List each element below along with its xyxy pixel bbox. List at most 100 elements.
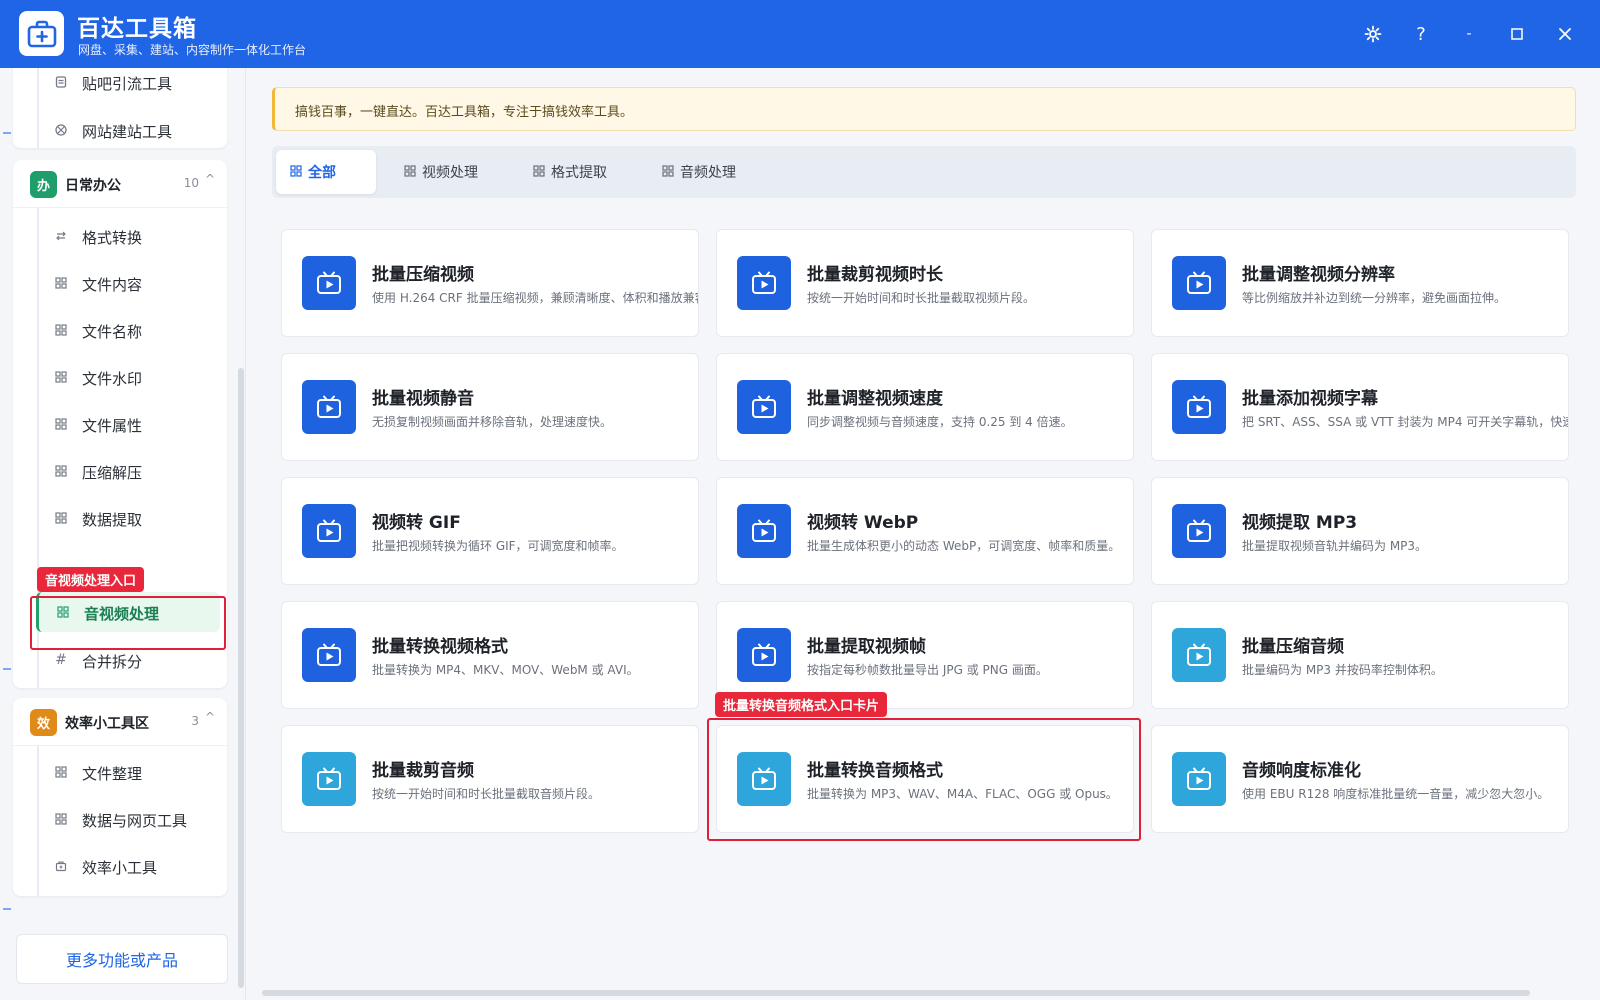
tab-audio[interactable]: 音频处理: [648, 150, 754, 194]
sidebar-item-label: 贴吧引流工具: [82, 75, 173, 93]
card-batch-add-subtitles[interactable]: 批量添加视频字幕把 SRT、ASS、SSA 或 VTT 封装为 MP4 可开关字…: [1151, 353, 1569, 461]
card-description: 把 SRT、ASS、SSA 或 VTT 封装为 MP4 可开关字幕轨，快速且不重: [1242, 415, 1568, 429]
card-description: 批量把视频转换为循环 GIF，可调宽度和帧率。: [372, 539, 624, 553]
globe-icon: [53, 122, 69, 138]
category-tabs: 全部 视频处理 格式提取 音频处理: [272, 146, 1576, 198]
video-icon: [1172, 752, 1226, 806]
maximize-button[interactable]: [1503, 20, 1531, 48]
card-video-extract-mp3[interactable]: 视频提取 MP3 批量提取视频音轨并编码为 MP3。: [1151, 477, 1569, 585]
tab-video[interactable]: 视频处理: [390, 150, 496, 194]
title-bar: 百达工具箱 网盘、采集、建站、内容制作一体化工作台 ? -: [0, 0, 1600, 68]
sidebar-item-label: 文件水印: [82, 370, 143, 388]
sidebar-scrollbar[interactable]: [238, 368, 244, 988]
horizontal-scrollbar[interactable]: [262, 990, 1530, 996]
sidebar-item-label: 合并拆分: [82, 653, 143, 671]
office-badge: 办: [30, 171, 57, 198]
card-batch-speed-video[interactable]: 批量调整视频速度 同步调整视频与音频速度，支持 0.25 到 4 倍速。: [716, 353, 1134, 461]
grid-icon: [53, 416, 69, 432]
app-subtitle: 网盘、采集、建站、内容制作一体化工作台: [78, 43, 307, 57]
sidebar-item-label: 压缩解压: [82, 464, 143, 482]
group-title: 日常办公: [65, 178, 121, 194]
app-title: 百达工具箱: [77, 16, 197, 42]
card-video-to-webp[interactable]: 视频转 WebP 批量生成体积更小的动态 WebP，可调宽度、帧率和质量。: [716, 477, 1134, 585]
sidebar-item-website[interactable]: 网站建站工具: [37, 110, 223, 150]
card-title: 音频响度标准化: [1242, 761, 1361, 781]
sidebar-group-efficiency: 效 效率小工具区 3 ^ 文件整理 数据与网页工具 效率小工具: [13, 698, 227, 896]
grid-icon: [662, 165, 674, 177]
card-batch-mute-video[interactable]: 批量视频静音无损复制视频画面并移除音轨，处理速度快。: [281, 353, 699, 461]
sidebar-item-label: 文件属性: [82, 417, 143, 435]
sidebar-item-file-name[interactable]: 文件名称: [37, 310, 223, 350]
video-icon: [302, 628, 356, 682]
video-icon: [737, 380, 791, 434]
card-description: 使用 EBU R128 响度标准批量统一音量，减少忽大忽小。: [1242, 787, 1550, 801]
sidebar-item-label: 格式转换: [82, 229, 143, 247]
sidebar-item-file-attributes[interactable]: 文件属性: [37, 404, 223, 444]
sidebar-item-file-content[interactable]: 文件内容: [37, 263, 223, 303]
toolbox-icon: [53, 858, 69, 874]
sidebar-item-label: 文件内容: [82, 276, 143, 294]
group-title: 效率小工具区: [65, 716, 149, 732]
card-audio-loudness-normalize[interactable]: 音频响度标准化使用 EBU R128 响度标准批量统一音量，减少忽大忽小。: [1151, 725, 1569, 833]
grid-icon: [53, 369, 69, 385]
card-description: 无损复制视频画面并移除音轨，处理速度快。: [372, 415, 613, 429]
sidebar-item-label: 文件整理: [82, 765, 143, 783]
collapse-caret-icon[interactable]: ^: [205, 172, 215, 186]
tab-label: 音频处理: [680, 165, 736, 181]
group-count: 3: [191, 714, 199, 728]
tab-format-extract[interactable]: 格式提取: [519, 150, 625, 194]
card-batch-compress-video[interactable]: 批量压缩视频 使用 H.264 CRF 批量压缩视频，兼顾清晰度、体积和播放兼容性…: [281, 229, 699, 337]
sidebar-item-file-organize[interactable]: 文件整理: [37, 752, 223, 792]
video-icon: [737, 628, 791, 682]
group-header-efficiency[interactable]: 效 效率小工具区 3 ^: [13, 698, 227, 746]
notice-text: 搞钱百事，一键直达。百达工具箱，专注于搞钱效率工具。: [295, 105, 634, 120]
tab-all[interactable]: 全部: [276, 150, 376, 194]
card-batch-trim-audio[interactable]: 批量裁剪音频 按统一开始时间和时长批量截取音频片段。: [281, 725, 699, 833]
card-title: 视频提取 MP3: [1242, 513, 1358, 533]
card-description: 同步调整视频与音频速度，支持 0.25 到 4 倍速。: [807, 415, 1073, 429]
settings-icon[interactable]: [1359, 20, 1387, 48]
sidebar-item-watermark[interactable]: 文件水印: [37, 357, 223, 397]
grid-icon: [53, 275, 69, 291]
sidebar-item-efficiency-tools[interactable]: 效率小工具: [37, 846, 223, 886]
card-batch-compress-audio[interactable]: 批量压缩音频 批量编码为 MP3 并按码率控制体积。: [1151, 601, 1569, 709]
card-title: 批量添加视频字幕: [1242, 389, 1378, 409]
collapse-caret-icon[interactable]: ^: [205, 710, 215, 724]
sidebar-item-format-convert[interactable]: 格式转换: [37, 216, 223, 256]
group-count: 10: [183, 176, 199, 190]
video-icon: [302, 504, 356, 558]
card-description: 批量生成体积更小的动态 WebP，可调宽度、帧率和质量。: [807, 539, 1121, 553]
sidebar-item-data-web[interactable]: 数据与网页工具: [37, 799, 223, 839]
minimize-button[interactable]: -: [1455, 20, 1483, 48]
help-button[interactable]: ?: [1407, 20, 1435, 48]
card-title: 批量调整视频分辨率: [1242, 265, 1395, 285]
more-features-button[interactable]: 更多功能或产品: [16, 934, 228, 984]
video-icon: [1172, 504, 1226, 558]
sidebar-item-label: 数据提取: [82, 511, 143, 529]
card-description: 按统一开始时间和时长批量截取视频片段。: [807, 291, 1036, 305]
grid-icon: [53, 764, 69, 780]
group-header-office[interactable]: 办 日常办公 10 ^: [13, 160, 227, 208]
sidebar-item-data-extract[interactable]: 数据提取: [37, 498, 223, 538]
card-title: 批量视频静音: [372, 389, 474, 409]
video-icon: [1172, 380, 1226, 434]
sidebar-item-compress[interactable]: 压缩解压: [37, 451, 223, 491]
sidebar: 贴吧引流工具 网站建站工具 办 日常办公 10 ^ 格式转换 文件内容 文件名称…: [0, 68, 246, 1000]
toolbox-logo-icon: [19, 11, 64, 56]
card-video-to-gif[interactable]: 视频转 GIF 批量把视频转换为循环 GIF，可调宽度和帧率。: [281, 477, 699, 585]
grid-icon: [53, 510, 69, 526]
card-title: 批量裁剪音频: [372, 761, 474, 781]
card-batch-trim-video[interactable]: 批量裁剪视频时长按统一开始时间和时长批量截取视频片段。: [716, 229, 1134, 337]
sidebar-item-label: 文件名称: [82, 323, 143, 341]
card-title: 视频转 GIF: [372, 513, 461, 533]
close-button[interactable]: [1551, 20, 1579, 48]
grid-icon: [290, 165, 302, 177]
card-title: 批量裁剪视频时长: [807, 265, 943, 285]
card-batch-convert-video[interactable]: 批量转换视频格式 批量转换为 MP4、MKV、MOV、WebM 或 AVI。: [281, 601, 699, 709]
card-batch-resize-video[interactable]: 批量调整视频分辨率 等比例缩放并补边到统一分辨率，避免画面拉伸。: [1151, 229, 1569, 337]
card-title: 批量转换视频格式: [372, 637, 508, 657]
video-icon: [1172, 628, 1226, 682]
document-icon: [53, 74, 69, 90]
grid-icon: [404, 165, 416, 177]
sidebar-item-tieba[interactable]: 贴吧引流工具: [37, 68, 223, 102]
